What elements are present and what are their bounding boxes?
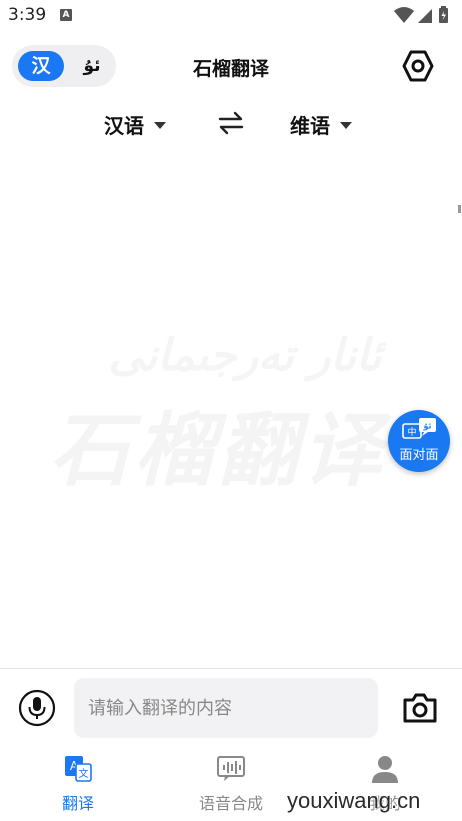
settings-hexagon-icon bbox=[402, 50, 434, 82]
signal-icon bbox=[418, 9, 432, 23]
source-language-dropdown[interactable]: 汉语 bbox=[104, 110, 166, 139]
wifi-icon bbox=[394, 7, 414, 23]
background-watermark-logo: ئانار تەرجىمانى 石榴翻译 bbox=[40, 330, 440, 497]
nav-translate[interactable]: A 文 翻译 bbox=[8, 754, 148, 814]
nav-speech-synthesis[interactable]: 语音合成 bbox=[161, 754, 301, 814]
settings-button[interactable] bbox=[400, 48, 436, 84]
app-bar: 汉 ئۇ 石榴翻译 bbox=[0, 40, 462, 94]
swap-arrows-icon bbox=[218, 111, 244, 135]
site-watermark: youxiwang.cn bbox=[287, 788, 421, 813]
face-to-face-button[interactable]: 中 ئۇ 面对面 bbox=[388, 410, 450, 472]
source-language-label: 汉语 bbox=[104, 114, 144, 138]
microphone-icon bbox=[18, 689, 56, 727]
watermark-chinese-text: 石榴翻译 bbox=[50, 404, 386, 497]
swap-languages-button[interactable] bbox=[216, 108, 246, 138]
uyghur-badge: ئۇ bbox=[422, 422, 431, 431]
translate-icon: A 文 bbox=[65, 756, 92, 782]
user-profile-icon bbox=[372, 756, 398, 783]
caret-down-icon bbox=[340, 122, 352, 129]
status-icons bbox=[392, 5, 454, 29]
watermark-uyghur-text: ئانار تەرجىمانى bbox=[108, 330, 382, 381]
camera-icon bbox=[403, 693, 437, 723]
target-language-label: 维语 bbox=[290, 114, 330, 138]
voice-input-button[interactable] bbox=[18, 689, 56, 727]
scroll-indicator bbox=[458, 205, 461, 213]
face-to-face-label: 面对面 bbox=[399, 448, 439, 463]
svg-text:文: 文 bbox=[79, 767, 89, 780]
chat-bubbles-icon: 中 ئۇ bbox=[402, 418, 436, 439]
camera-translate-button[interactable] bbox=[400, 688, 440, 728]
nav-translate-label: 翻译 bbox=[61, 794, 94, 813]
nav-speech-label: 语音合成 bbox=[198, 794, 263, 813]
input-divider bbox=[0, 668, 462, 669]
status-bar: 3:39 A bbox=[0, 0, 462, 32]
app-title: 石榴翻译 bbox=[192, 58, 269, 80]
caret-down-icon bbox=[154, 122, 166, 129]
speech-synthesis-icon bbox=[217, 756, 245, 781]
battery-icon bbox=[439, 6, 448, 23]
notification-icon: A bbox=[60, 9, 72, 21]
translation-input[interactable] bbox=[74, 678, 378, 738]
target-language-dropdown[interactable]: 维语 bbox=[290, 110, 352, 139]
input-row bbox=[0, 676, 462, 740]
status-time: 3:39 bbox=[8, 5, 47, 25]
language-selector-row: 汉语 维语 bbox=[0, 104, 462, 144]
chinese-badge: 中 bbox=[407, 426, 416, 438]
